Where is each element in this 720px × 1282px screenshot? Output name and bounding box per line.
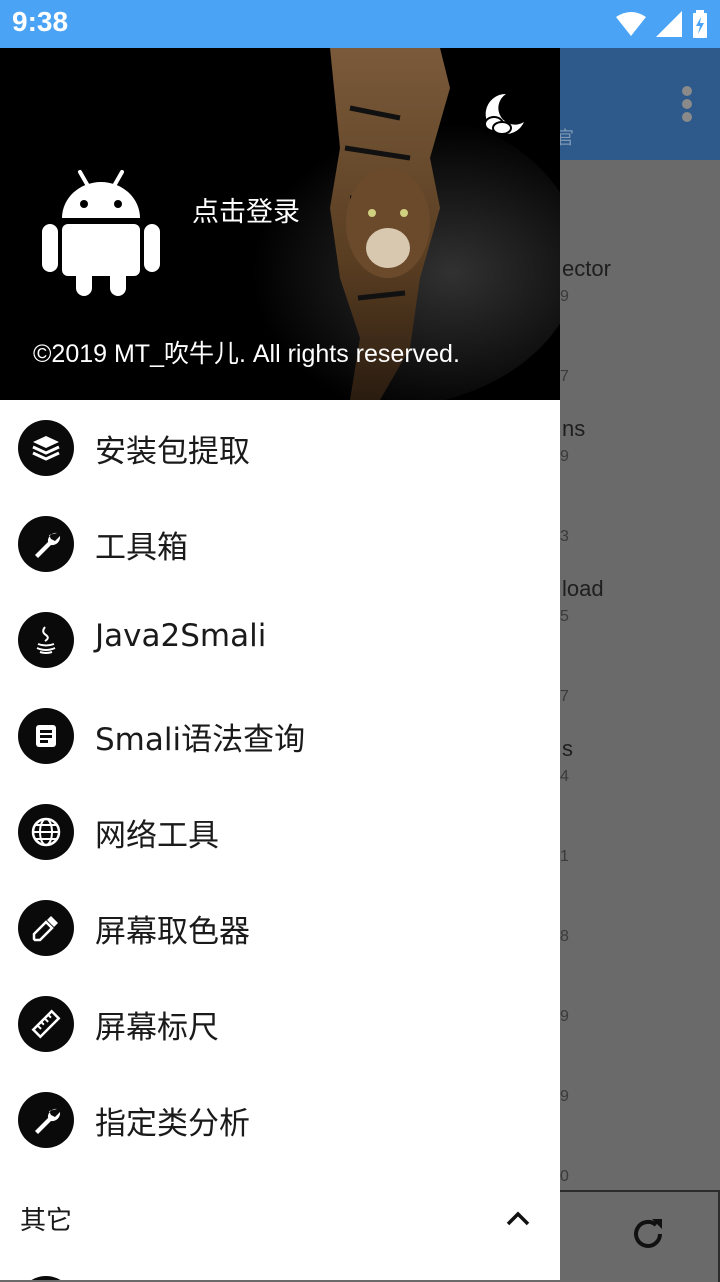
section-label: 其它 [20,1206,73,1236]
list-item-sub: 9 [560,1088,569,1105]
overflow-menu-icon[interactable] [682,86,694,126]
status-time: 9:38 [12,6,69,37]
globe-icon [18,804,74,860]
navigation-drawer: 点击登录 ©2019 MT_吹牛儿. All rights reserved. … [0,48,560,1280]
java-icon [18,612,74,668]
list-item-title: load [562,576,604,601]
wrench-icon [18,1092,74,1148]
ruler-icon [18,996,74,1052]
menu-item-screen-ruler[interactable]: 屏幕标尺 [0,976,560,1072]
next-item-icon [18,1276,74,1280]
list-item-sub: 5 [560,608,569,625]
menu-item-label: 屏幕取色器 [95,914,250,950]
menu-item-network-tools[interactable]: 网络工具 [0,784,560,880]
copyright-text: ©2019 MT_吹牛儿. All rights reserved. [33,340,460,368]
menu-item-label: 安装包提取 [95,434,250,470]
refresh-icon[interactable] [630,1216,666,1252]
list-item-sub: 9 [560,448,569,465]
menu-item-label: Smali语法查询 [95,722,306,758]
wrench-icon [18,516,74,572]
status-icons [616,8,708,40]
chevron-up-icon[interactable] [502,1208,534,1228]
menu-item-label: 网络工具 [95,818,219,854]
menu-item-label: 屏幕标尺 [95,1010,219,1046]
menu-item-smali-syntax[interactable]: Smali语法查询 [0,688,560,784]
drawer-menu: 安装包提取 工具箱 Java2Smali Smali语法查询 网络工具 屏幕取色… [0,400,560,1258]
list-item-title: ector [562,256,611,281]
status-bar: 9:38 [0,0,720,48]
menu-item-apk-extract[interactable]: 安装包提取 [0,400,560,496]
menu-item-class-analysis[interactable]: 指定类分析 [0,1072,560,1168]
menu-item-color-picker[interactable]: 屏幕取色器 [0,880,560,976]
eyedropper-icon [18,900,74,956]
signal-icon [656,11,682,37]
list-item-sub: 0 [560,1168,569,1185]
menu-item-toolbox[interactable]: 工具箱 [0,496,560,592]
list-item-sub: 4 [560,768,569,785]
list-item-sub: 1 [560,848,569,865]
login-link[interactable]: 点击登录 [192,190,300,229]
layers-icon [18,420,74,476]
list-item-sub: 8 [560,928,569,945]
list-item-sub: 3 [560,528,569,545]
menu-item-java2smali[interactable]: Java2Smali [0,592,560,688]
background-bottom-bar [560,1190,720,1282]
list-item-sub: 9 [560,288,569,305]
smali-icon [18,708,74,764]
list-item-title: ns [562,416,586,441]
section-header-other[interactable]: 其它 [0,1168,560,1258]
menu-item-label: 工具箱 [95,530,188,566]
menu-item-label: Java2Smali [95,618,267,654]
drawer-header: 点击登录 ©2019 MT_吹牛儿. All rights reserved. [0,48,560,400]
list-item-sub: 7 [560,688,569,705]
android-avatar-icon[interactable] [36,168,166,298]
list-item-title: s [562,736,573,761]
wifi-icon [616,12,646,36]
list-item-sub: 7 [560,368,569,385]
night-mode-icon[interactable] [482,92,526,136]
list-item-sub: 9 [560,1008,569,1025]
menu-item-label: 指定类分析 [95,1106,250,1142]
battery-icon [693,10,707,38]
